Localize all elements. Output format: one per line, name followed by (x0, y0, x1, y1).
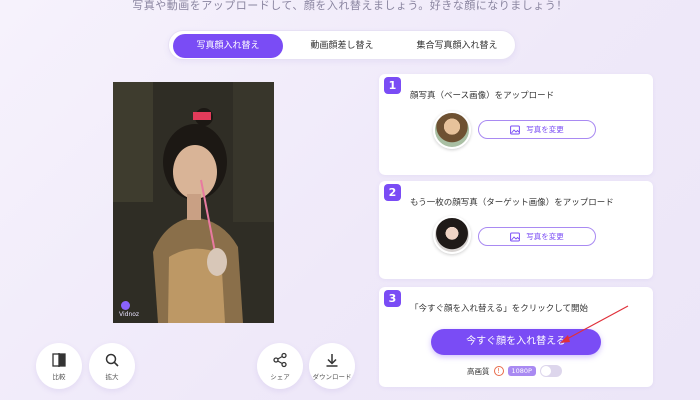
zoom-button[interactable]: 拡大 (89, 343, 135, 389)
brand-logo-icon (121, 301, 130, 310)
step-number-badge: 1 (384, 77, 401, 94)
share-label: シェア (270, 372, 290, 381)
toggle-knob (540, 366, 551, 376)
watermark-text: Vidnoz (119, 311, 140, 318)
change-photo-label: 写真を変更 (526, 125, 564, 134)
step-number-badge: 3 (384, 290, 401, 307)
change-base-photo-button[interactable]: 写真を変更 (478, 120, 596, 139)
compare-button[interactable]: 比較 (36, 343, 82, 389)
search-icon (105, 353, 119, 367)
mode-tabs: 写真顔入れ替え 動画顔差し替え 集合写真顔入れ替え (168, 30, 516, 60)
resolution-badge: 1080P (507, 366, 536, 376)
step-card-3: 3 「今すぐ顔を入れ替える」をクリックして開始 今すぐ顔を入れ替える 高画質 !… (379, 287, 653, 387)
step-title: もう一枚の顔写真（ターゲット画像）をアップロード (410, 198, 614, 208)
tab-group-photo-face-swap[interactable]: 集合写真顔入れ替え (401, 34, 513, 58)
step-number-badge: 2 (384, 184, 401, 201)
tab-video-face-swap[interactable]: 動画顔差し替え (287, 34, 397, 58)
target-face-thumbnail[interactable] (433, 216, 471, 254)
base-face-thumbnail[interactable] (433, 111, 471, 149)
watermark: Vidnoz (119, 301, 139, 318)
step-title: 「今すぐ顔を入れ替える」をクリックして開始 (410, 304, 588, 314)
download-icon (326, 353, 338, 367)
high-quality-toggle[interactable] (539, 365, 562, 377)
change-target-photo-button[interactable]: 写真を変更 (478, 227, 596, 246)
download-button[interactable]: ダウンロード (309, 343, 355, 389)
image-icon (510, 232, 521, 241)
info-icon[interactable]: ! (493, 366, 504, 376)
download-label: ダウンロード (312, 372, 352, 381)
result-preview-image: Vidnoz (113, 82, 274, 323)
swap-face-now-button[interactable]: 今すぐ顔を入れ替える (431, 329, 601, 355)
compare-icon (52, 352, 66, 367)
high-quality-row: 高画質 ! 1080P (467, 365, 562, 377)
image-icon (510, 125, 521, 134)
share-button[interactable]: シェア (257, 343, 303, 389)
high-quality-label: 高画質 (467, 366, 490, 376)
step-title: 顔写真（ベース画像）をアップロード (410, 91, 555, 101)
share-icon (273, 352, 287, 367)
preview-photo-illustration (113, 82, 274, 323)
zoom-label: 拡大 (105, 372, 119, 381)
change-photo-label: 写真を変更 (526, 232, 564, 241)
step-card-1: 1 顔写真（ベース画像）をアップロード 写真を変更 (379, 74, 653, 175)
intro-text: 写真や動画をアップロードして、顔を入れ替えましょう。好きな顔になりましょう！ (132, 0, 568, 12)
step-card-2: 2 もう一枚の顔写真（ターゲット画像）をアップロード 写真を変更 (379, 181, 653, 279)
compare-label: 比較 (52, 372, 66, 381)
tab-photo-face-swap[interactable]: 写真顔入れ替え (173, 34, 283, 58)
